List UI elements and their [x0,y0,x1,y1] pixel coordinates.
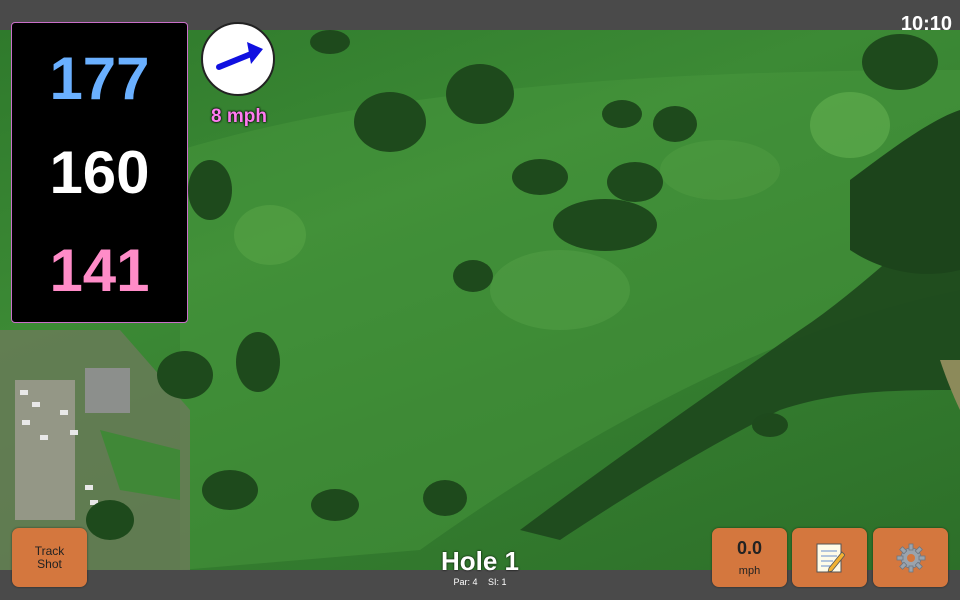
speed-unit: mph [738,565,761,577]
speed-value: 0.0 [736,538,763,558]
track-shot-label: Track Shot [34,544,65,571]
wind-direction-dial [201,22,275,96]
middle-distance: 160 [49,139,150,206]
hole-title: Hole 1 [440,546,520,576]
wind-arrow-icon [216,42,263,70]
scorecard-button[interactable] [792,528,867,587]
wind-speed: 8 mph [211,106,267,127]
distance-panel: 177 160 141 [11,22,188,323]
settings-button[interactable] [873,528,948,587]
memo-icon [816,543,845,573]
hole-stroke-index: SI: 1 [488,577,507,587]
back-distance: 177 [49,45,150,112]
gear-icon [896,543,925,572]
track-shot-button[interactable]: Track Shot [12,528,87,587]
hole-info: Par: 4 SI: 1 [380,577,580,587]
hole-par: Par: 4 [453,577,478,587]
speed-button[interactable]: 0.0 mph [712,528,787,587]
front-distance: 141 [49,237,150,304]
